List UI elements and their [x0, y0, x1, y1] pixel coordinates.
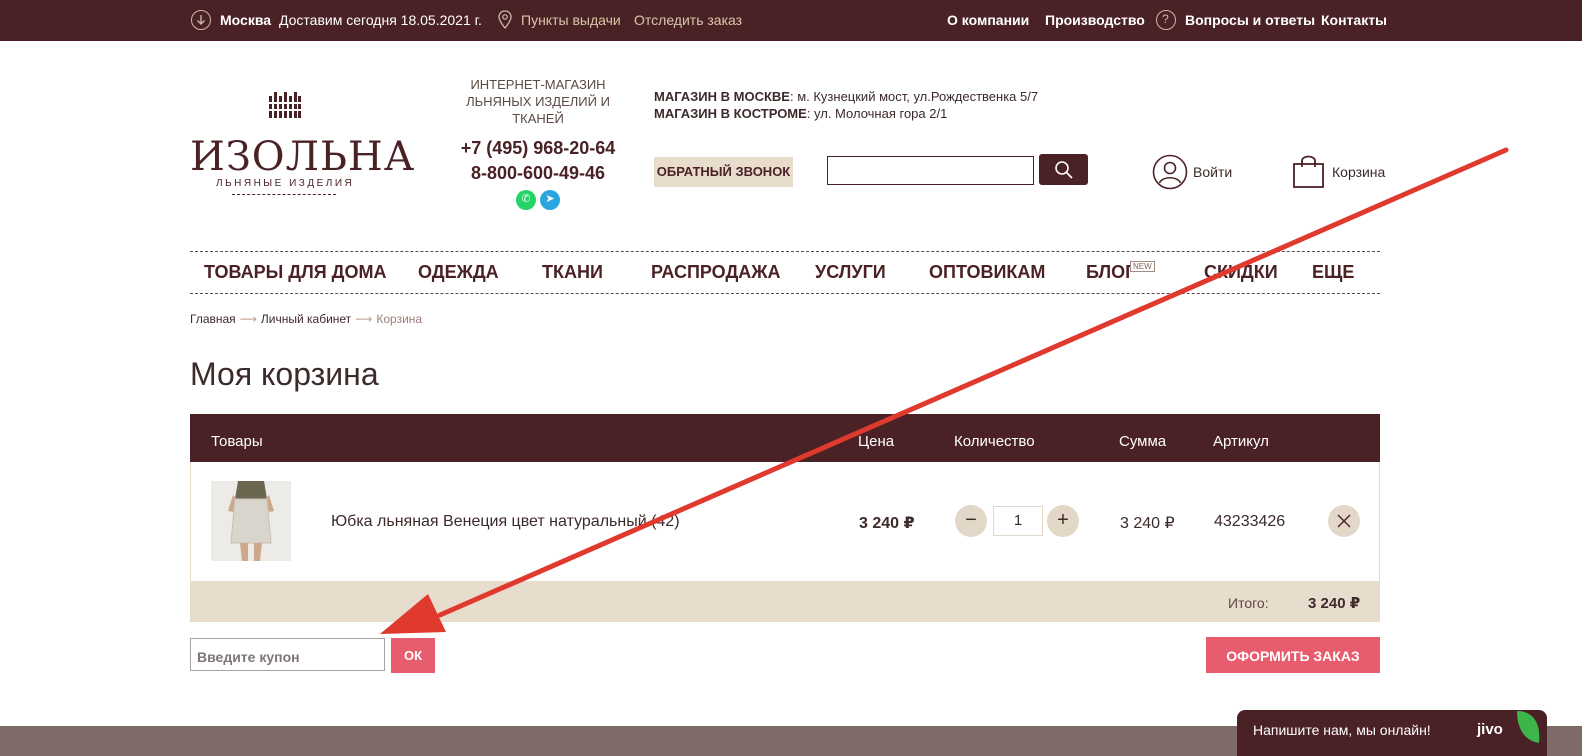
cart-table-header: Товары Цена Количество Сумма Артикул — [190, 414, 1380, 462]
store-moscow-label: МАГАЗИН В МОСКВЕ — [654, 89, 790, 104]
total-value: 3 240 ₽ — [1308, 595, 1361, 612]
logo-subtitle: ЛЬНЯНЫЕ ИЗДЕЛИЯ — [216, 178, 355, 189]
map-pin-icon — [497, 10, 513, 33]
shopping-bag-icon — [1293, 155, 1324, 188]
pickup-points-link[interactable]: Пункты выдачи — [521, 12, 621, 28]
close-icon — [1337, 514, 1351, 528]
col-products: Товары — [211, 433, 263, 450]
nav-sale[interactable]: РАСПРОДАЖА — [651, 262, 781, 283]
logo-name: ИЗОЛЬНА — [190, 134, 416, 180]
location-arrow-icon — [191, 10, 211, 30]
col-sku: Артикул — [1213, 433, 1269, 450]
row-sum: 3 240 ₽ — [1120, 515, 1175, 532]
store-moscow: МАГАЗИН В МОСКВЕ: м. Кузнецкий мост, ул.… — [654, 89, 1038, 104]
breadcrumb-separator: ⟶ — [355, 312, 373, 326]
login-label: Войти — [1193, 164, 1233, 180]
qty-increase-button[interactable]: + — [1047, 505, 1079, 537]
production-link[interactable]: Производство — [1045, 12, 1145, 28]
callback-button[interactable]: ОБРАТНЫЙ ЗВОНОК — [654, 157, 793, 187]
total-bar: Итого: 3 240 ₽ — [190, 581, 1380, 622]
cart-button[interactable]: Корзина — [1292, 153, 1385, 194]
search-button[interactable] — [1039, 154, 1088, 185]
row-sku: 43233426 — [1214, 513, 1286, 530]
chat-widget[interactable]: Напишите нам, мы онлайн! jivo — [1237, 710, 1547, 756]
main-nav: ТОВАРЫ ДЛЯ ДОМА ОДЕЖДА ТКАНИ РАСПРОДАЖА … — [190, 251, 1380, 294]
cart-label: Корзина — [1332, 164, 1386, 180]
quantity-input[interactable]: 1 — [993, 506, 1043, 536]
search-icon — [1055, 161, 1073, 179]
nav-wholesale[interactable]: ОПТОВИКАМ — [929, 262, 1045, 283]
phone-free[interactable]: 8-800-600-49-46 — [440, 163, 636, 184]
store-kostroma-address: : ул. Молочная гора 2/1 — [806, 106, 948, 121]
page-title: Моя корзина — [190, 356, 379, 392]
messengers: ✆ ➤ — [516, 190, 564, 215]
contacts-link[interactable]: Контакты — [1321, 12, 1387, 28]
search-input[interactable] — [827, 156, 1034, 185]
breadcrumb-separator: ⟶ — [239, 312, 257, 326]
col-price: Цена — [858, 433, 895, 450]
new-badge: NEW — [1130, 261, 1155, 272]
nav-blog[interactable]: БЛОГ — [1086, 262, 1135, 283]
nav-home-goods[interactable]: ТОВАРЫ ДЛЯ ДОМА — [204, 262, 387, 283]
question-icon: ? — [1156, 10, 1176, 30]
breadcrumb-home[interactable]: Главная — [190, 312, 236, 326]
minus-icon: − — [965, 509, 977, 531]
nav-fabrics[interactable]: ТКАНИ — [542, 262, 603, 283]
coupon-ok-button[interactable]: ОК — [391, 638, 435, 673]
chat-brand: jivo — [1477, 721, 1503, 738]
plus-icon: + — [1057, 509, 1069, 531]
user-icon — [1152, 154, 1188, 190]
nav-clothes[interactable]: ОДЕЖДА — [418, 262, 499, 283]
nav-discounts[interactable]: СКИДКИ — [1204, 262, 1278, 283]
city-selector[interactable]: Москва — [220, 12, 271, 28]
remove-item-button[interactable] — [1328, 505, 1360, 537]
nav-more[interactable]: ЕЩЕ — [1312, 262, 1354, 283]
about-link[interactable]: О компании — [947, 12, 1029, 28]
track-order-link[interactable]: Отследить заказ — [634, 12, 742, 28]
nav-services[interactable]: УСЛУГИ — [815, 262, 886, 283]
logo-underline — [232, 194, 336, 195]
store-kostroma: МАГАЗИН В КОСТРОМЕ: ул. Молочная гора 2/… — [654, 106, 947, 121]
col-quantity: Количество — [954, 433, 1035, 450]
coupon-input[interactable]: Введите купон — [190, 638, 385, 671]
faq-link[interactable]: Вопросы и ответы — [1185, 12, 1315, 28]
login-button[interactable]: Войти — [1152, 154, 1232, 195]
col-sum: Сумма — [1119, 433, 1167, 450]
store-kostroma-label: МАГАЗИН В КОСТРОМЕ — [654, 106, 807, 121]
chat-leaf-icon — [1517, 711, 1540, 743]
top-bar: Москва Доставим сегодня 18.05.2021 г. Пу… — [0, 0, 1582, 41]
telegram-icon[interactable]: ➤ — [540, 190, 560, 210]
table-row: Юбка льняная Венеция цвет натуральный (4… — [190, 462, 1380, 581]
phone-moscow[interactable]: +7 (495) 968-20-64 — [440, 138, 636, 159]
breadcrumb: Главная ⟶ Личный кабинет ⟶ Корзина — [190, 312, 422, 326]
shop-title: ИНТЕРНЕТ-МАГАЗИН ЛЬНЯНЫХ ИЗДЕЛИЙ И ТКАНЕ… — [466, 77, 610, 126]
total-label: Итого: — [1228, 595, 1269, 611]
store-moscow-address: : м. Кузнецкий мост, ул.Рождественка 5/7 — [789, 89, 1039, 104]
product-name-link[interactable]: Юбка льняная Венеция цвет натуральный (4… — [331, 513, 680, 531]
breadcrumb-current: Корзина — [376, 312, 423, 326]
delivery-info: Доставим сегодня 18.05.2021 г. — [279, 12, 482, 28]
product-thumbnail[interactable] — [211, 481, 291, 561]
chat-text: Напишите нам, мы онлайн! — [1253, 722, 1431, 738]
logo[interactable]: ИЗОЛЬНА ЛЬНЯНЫЕ ИЗДЕЛИЯ — [190, 92, 414, 202]
product-price: 3 240 ₽ — [859, 515, 915, 532]
qty-decrease-button[interactable]: − — [955, 505, 987, 537]
logo-mark-icon — [268, 92, 302, 118]
breadcrumb-account[interactable]: Личный кабинет — [261, 312, 351, 326]
whatsapp-icon[interactable]: ✆ — [516, 190, 536, 210]
checkout-button[interactable]: ОФОРМИТЬ ЗАКАЗ — [1206, 637, 1380, 673]
